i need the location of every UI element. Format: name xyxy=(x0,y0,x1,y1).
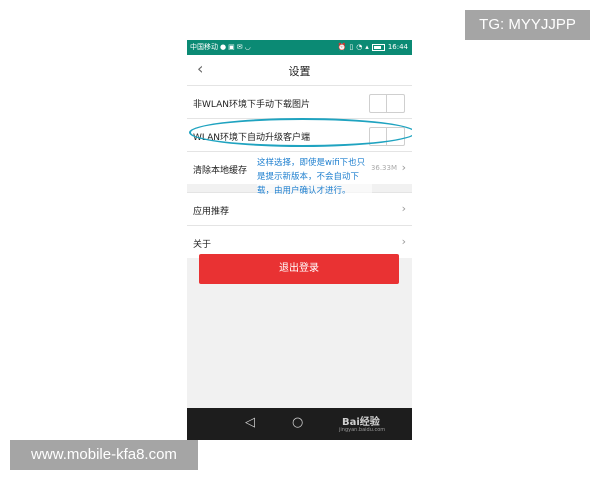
watermark-top: TG: MYYJJPP xyxy=(465,10,590,40)
status-bar: 中国移动 ● ▣ ✉ ◡ ⏰ ▯ ◔ ▴ 16:44 xyxy=(187,40,412,55)
logout-button[interactable]: 退出登录 xyxy=(199,254,399,284)
brand-logo: Bai经验 xyxy=(342,417,380,428)
status-time: 16:44 xyxy=(387,43,408,51)
wifi-small-icon: ◡ xyxy=(244,43,251,51)
chat-icon: ● xyxy=(220,43,227,51)
system-nav-bar: ◁ ○ Bai经验 jingyan.baidu.com xyxy=(187,408,412,440)
chevron-right-icon: › xyxy=(401,202,406,215)
cache-size: 36.33M xyxy=(370,164,397,172)
manual-download-toggle[interactable] xyxy=(369,94,405,113)
setting-label: 非WLAN环境下手动下载图片 xyxy=(193,100,311,110)
page-title: 设置 xyxy=(288,65,311,78)
setting-row-auto-upgrade[interactable]: WLAN环境下自动升级客户端 xyxy=(187,118,412,151)
vibrate-icon: ▯ xyxy=(349,43,354,51)
setting-label: WLAN环境下自动升级客户端 xyxy=(193,133,311,143)
mail-icon: ✉ xyxy=(236,43,243,51)
carrier-label: 中国移动 xyxy=(190,43,218,51)
setting-label: 应用推荐 xyxy=(193,207,230,217)
wifi-icon: ◔ xyxy=(356,43,363,51)
watermark-bottom: www.mobile-kfa8.com xyxy=(10,440,198,470)
image-icon: ▣ xyxy=(228,43,235,51)
setting-label: 关于 xyxy=(193,240,212,250)
signal-icon: ▴ xyxy=(365,43,369,51)
phone-screen: 中国移动 ● ▣ ✉ ◡ ⏰ ▯ ◔ ▴ 16:44 ‹ 设置 非WLAN环境下… xyxy=(187,40,412,440)
chevron-right-icon: › xyxy=(401,235,406,248)
home-circle-icon[interactable]: ○ xyxy=(292,415,303,430)
setting-row-manual-download[interactable]: 非WLAN环境下手动下载图片 xyxy=(187,85,412,118)
chevron-right-icon: › xyxy=(401,161,406,174)
annotation-note: 这样选择，即使是wifi下也只是提示新版本，不会自动下载，由用户确认才进行。 xyxy=(257,156,372,198)
nav-bar: ‹ 设置 xyxy=(187,55,412,85)
battery-icon xyxy=(371,44,385,51)
brand-subtext: jingyan.baidu.com xyxy=(339,427,386,433)
alarm-icon: ⏰ xyxy=(337,43,347,51)
back-triangle-icon[interactable]: ◁ xyxy=(245,415,255,430)
setting-label: 清除本地缓存 xyxy=(193,166,248,176)
auto-upgrade-toggle[interactable] xyxy=(369,127,405,146)
